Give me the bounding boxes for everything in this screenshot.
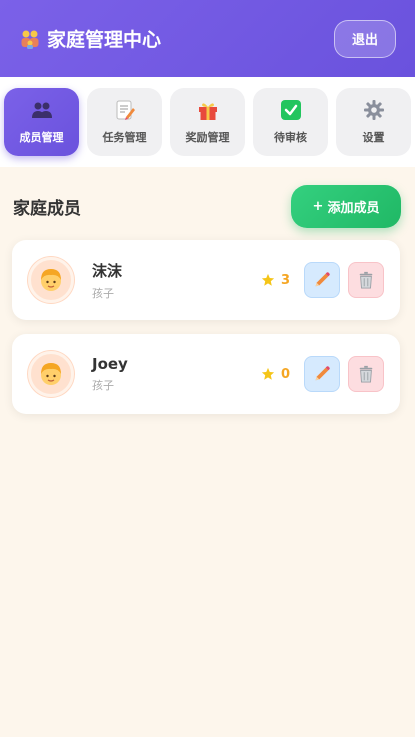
add-member-button[interactable]: + 添加成员 — [291, 184, 401, 228]
edit-member-button[interactable] — [304, 356, 340, 392]
member-card: 沫沫 孩子 3 — [12, 240, 400, 320]
check-icon — [280, 99, 302, 121]
section-title: 家庭成员 — [13, 198, 81, 219]
member-info: Joey 孩子 — [92, 355, 261, 393]
trash-icon — [359, 271, 373, 289]
tab-label: 成员管理 — [19, 131, 64, 144]
star-icon — [261, 273, 275, 286]
tab-label: 任务管理 — [102, 131, 147, 144]
child-icon — [28, 351, 74, 397]
trash-icon — [359, 365, 373, 383]
edit-member-button[interactable] — [304, 262, 340, 298]
logout-button[interactable]: 退出 — [334, 19, 396, 58]
member-name: Joey — [92, 355, 128, 373]
pencil-icon — [315, 272, 330, 287]
add-member-label: 添加成员 — [327, 200, 380, 216]
memo-icon — [114, 99, 136, 121]
app-header: 家庭管理中心 退出 — [0, 0, 415, 77]
tab-pending-review[interactable]: 待审核 — [253, 88, 328, 156]
member-info: 沫沫 孩子 — [92, 260, 261, 301]
member-points: 0 — [261, 367, 290, 382]
tab-members[interactable]: 成员管理 — [4, 88, 79, 156]
tab-rewards[interactable]: 奖励管理 — [170, 88, 245, 156]
brand: 家庭管理中心 — [19, 25, 161, 52]
tab-tasks[interactable]: 任务管理 — [87, 88, 162, 156]
tab-bar: 成员管理 任务管理 奖励管理 待审核 设置 — [0, 77, 415, 167]
delete-member-button[interactable] — [348, 356, 384, 392]
star-icon — [261, 367, 275, 380]
pencil-icon — [315, 366, 330, 381]
member-card: Joey 孩子 0 — [12, 334, 400, 414]
gear-icon — [363, 99, 385, 121]
points-value: 0 — [280, 366, 290, 382]
member-role: 孩子 — [92, 379, 114, 392]
family-icon — [19, 28, 41, 50]
tab-label: 设置 — [362, 131, 385, 144]
member-role: 孩子 — [92, 286, 114, 300]
tab-settings[interactable]: 设置 — [336, 88, 411, 156]
people-icon — [31, 99, 53, 121]
tab-label: 待审核 — [274, 131, 307, 144]
tab-label: 奖励管理 — [185, 131, 230, 144]
points-value: 3 — [280, 272, 290, 288]
plus-icon: + — [312, 198, 324, 214]
delete-member-button[interactable] — [348, 262, 384, 298]
member-name: 沫沫 — [92, 261, 123, 280]
gift-icon — [197, 99, 219, 121]
members-section-header: 家庭成员 + 添加成员 — [13, 184, 401, 228]
page-title: 家庭管理中心 — [47, 29, 162, 51]
member-points: 3 — [261, 273, 290, 288]
child-icon — [28, 257, 74, 303]
